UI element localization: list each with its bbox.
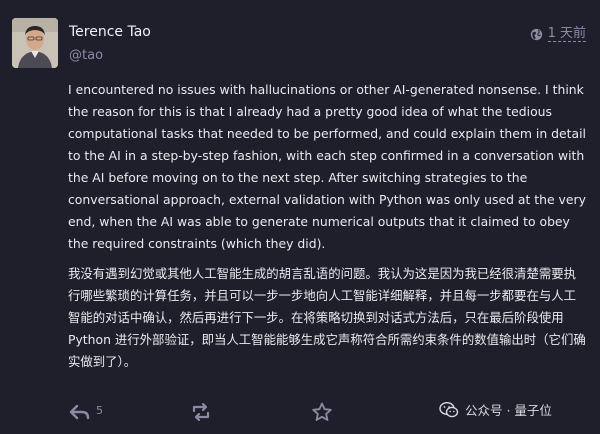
post-timestamp[interactable]: 1 天前 bbox=[547, 27, 586, 42]
reply-count: 5 bbox=[96, 403, 103, 417]
boost-icon bbox=[192, 402, 210, 422]
author-name[interactable]: Terence Tao bbox=[69, 24, 151, 40]
avatar[interactable] bbox=[12, 18, 58, 68]
watermark: 公众号 · 量子位 bbox=[439, 400, 552, 419]
reply-button[interactable]: 5 bbox=[68, 402, 103, 422]
author-handle[interactable]: @tao bbox=[69, 48, 103, 63]
post-meta: 1 天前 bbox=[530, 27, 586, 42]
globe-icon bbox=[530, 28, 542, 41]
boost-button[interactable] bbox=[190, 402, 212, 422]
favourite-button[interactable] bbox=[311, 402, 333, 422]
post-body-english: I encountered no issues with hallucinati… bbox=[68, 82, 586, 251]
post-actions: 5 bbox=[68, 402, 332, 422]
wechat-icon bbox=[439, 401, 459, 417]
post-body-chinese: 我没有遇到幻觉或其他人工智能生成的胡言乱语的问题。我认为这是因为我已经很清楚需要… bbox=[68, 266, 586, 369]
star-icon bbox=[312, 402, 332, 421]
watermark-text: 公众号 · 量子位 bbox=[465, 403, 552, 418]
reply-icon bbox=[69, 404, 90, 420]
